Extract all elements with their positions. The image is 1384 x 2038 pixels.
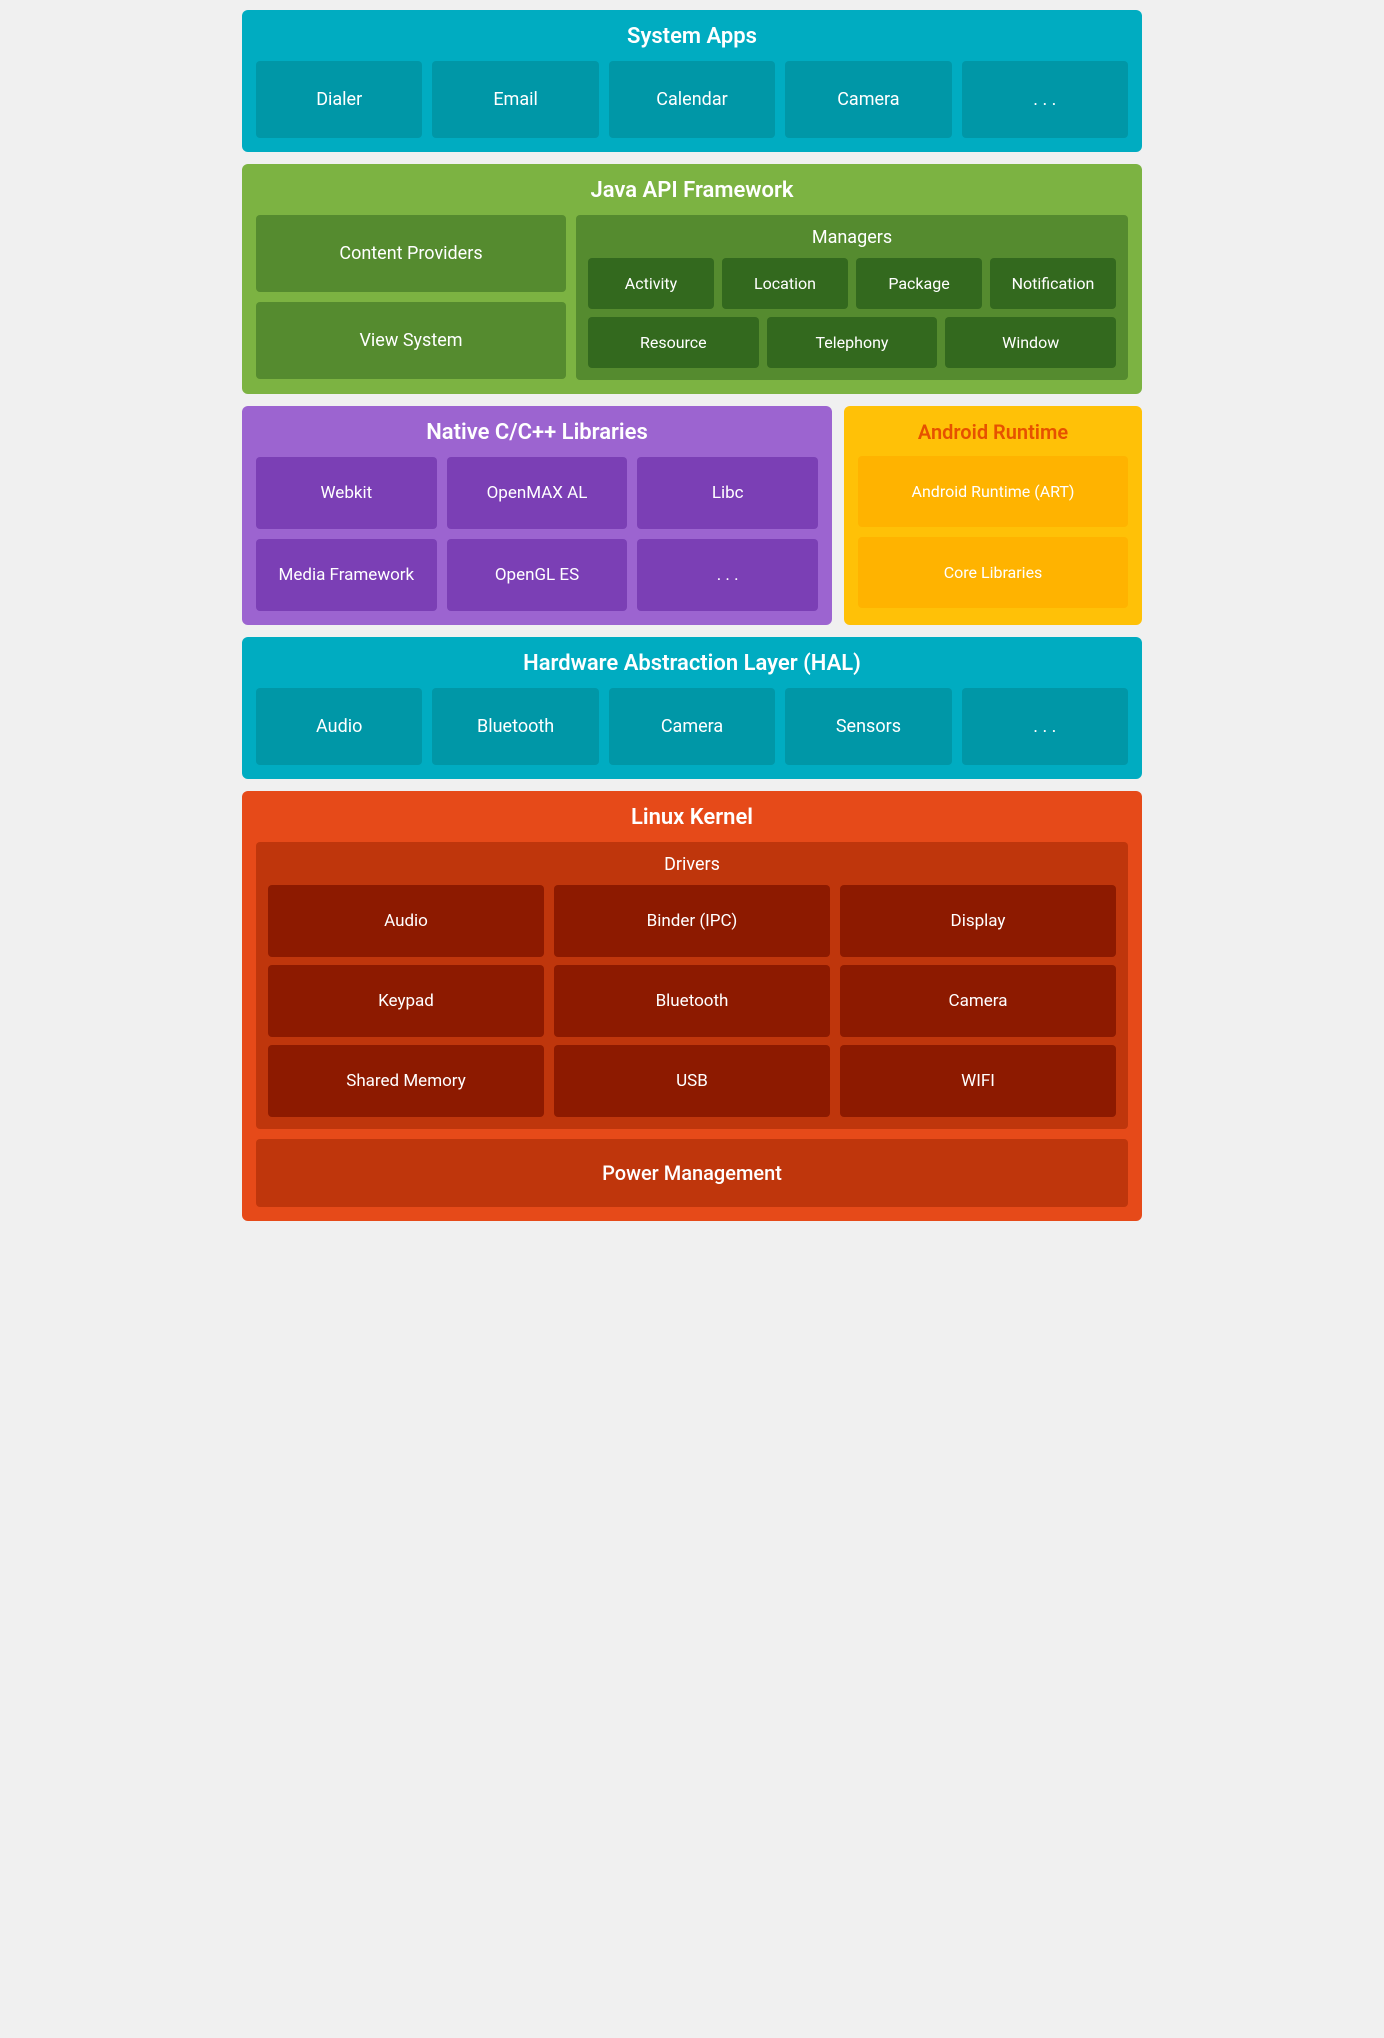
java-framework-title: Java API Framework	[256, 178, 1128, 203]
power-management: Power Management	[256, 1139, 1128, 1207]
hal-title: Hardware Abstraction Layer (HAL)	[256, 651, 1128, 676]
list-item: Resource	[588, 317, 759, 368]
list-item: . . .	[962, 61, 1128, 138]
list-item: Calendar	[609, 61, 775, 138]
list-item: Dialer	[256, 61, 422, 138]
list-item: Android Runtime (ART)	[858, 456, 1128, 527]
drivers-row-3: Shared Memory USB WIFI	[268, 1045, 1116, 1117]
system-apps-layer: System Apps Dialer Email Calendar Camera…	[242, 10, 1142, 152]
native-libs-grid: Webkit OpenMAX AL Libc Media Framework O…	[256, 457, 818, 611]
list-item: OpenMAX AL	[447, 457, 628, 529]
list-item: Package	[856, 258, 982, 309]
native-libs-title: Native C/C++ Libraries	[256, 420, 818, 445]
java-framework-content: Content Providers View System Managers A…	[256, 215, 1128, 380]
list-item: Activity	[588, 258, 714, 309]
hal-items: Audio Bluetooth Camera Sensors . . .	[256, 688, 1128, 765]
list-item: Keypad	[268, 965, 544, 1037]
list-item: Display	[840, 885, 1116, 957]
managers-title: Managers	[588, 227, 1116, 248]
drivers-row-2: Keypad Bluetooth Camera	[268, 965, 1116, 1037]
list-item: Bluetooth	[554, 965, 830, 1037]
list-item: Audio	[268, 885, 544, 957]
android-architecture-diagram: System Apps Dialer Email Calendar Camera…	[242, 10, 1142, 1221]
list-item: Content Providers	[256, 215, 566, 292]
native-libs-row-1: Webkit OpenMAX AL Libc	[256, 457, 818, 529]
drivers-row-1: Audio Binder (IPC) Display	[268, 885, 1116, 957]
list-item: WIFI	[840, 1045, 1116, 1117]
drivers-title: Drivers	[268, 854, 1116, 875]
list-item: Camera	[785, 61, 951, 138]
managers-row-1: Activity Location Package Notification	[588, 258, 1116, 309]
list-item: OpenGL ES	[447, 539, 628, 611]
list-item: Libc	[637, 457, 818, 529]
java-framework-layer: Java API Framework Content Providers Vie…	[242, 164, 1142, 394]
system-apps-items: Dialer Email Calendar Camera . . .	[256, 61, 1128, 138]
list-item: Telephony	[767, 317, 938, 368]
list-item: USB	[554, 1045, 830, 1117]
managers-grid: Activity Location Package Notification R…	[588, 258, 1116, 368]
middle-row: Native C/C++ Libraries Webkit OpenMAX AL…	[242, 406, 1142, 625]
native-libs-layer: Native C/C++ Libraries Webkit OpenMAX AL…	[242, 406, 832, 625]
list-item: Shared Memory	[268, 1045, 544, 1117]
list-item: Camera	[840, 965, 1116, 1037]
android-runtime-layer: Android Runtime Android Runtime (ART) Co…	[844, 406, 1142, 625]
list-item: Sensors	[785, 688, 951, 765]
android-runtime-items: Android Runtime (ART) Core Libraries	[858, 456, 1128, 608]
list-item: Window	[945, 317, 1116, 368]
list-item: Webkit	[256, 457, 437, 529]
list-item: Binder (IPC)	[554, 885, 830, 957]
list-item: Bluetooth	[432, 688, 598, 765]
list-item: . . .	[962, 688, 1128, 765]
drivers-box: Drivers Audio Binder (IPC) Display Keypa…	[256, 842, 1128, 1129]
java-framework-left: Content Providers View System	[256, 215, 566, 380]
managers-row-2: Resource Telephony Window	[588, 317, 1116, 368]
list-item: Audio	[256, 688, 422, 765]
android-runtime-title: Android Runtime	[858, 420, 1128, 444]
list-item: Media Framework	[256, 539, 437, 611]
list-item: . . .	[637, 539, 818, 611]
list-item: Location	[722, 258, 848, 309]
hal-layer: Hardware Abstraction Layer (HAL) Audio B…	[242, 637, 1142, 779]
managers-box: Managers Activity Location Package Notif…	[576, 215, 1128, 380]
linux-kernel-title: Linux Kernel	[256, 805, 1128, 830]
list-item: View System	[256, 302, 566, 379]
list-item: Core Libraries	[858, 537, 1128, 608]
linux-kernel-layer: Linux Kernel Drivers Audio Binder (IPC) …	[242, 791, 1142, 1221]
list-item: Camera	[609, 688, 775, 765]
drivers-grid: Audio Binder (IPC) Display Keypad Blueto…	[268, 885, 1116, 1117]
native-libs-row-2: Media Framework OpenGL ES . . .	[256, 539, 818, 611]
system-apps-title: System Apps	[256, 24, 1128, 49]
list-item: Notification	[990, 258, 1116, 309]
list-item: Email	[432, 61, 598, 138]
